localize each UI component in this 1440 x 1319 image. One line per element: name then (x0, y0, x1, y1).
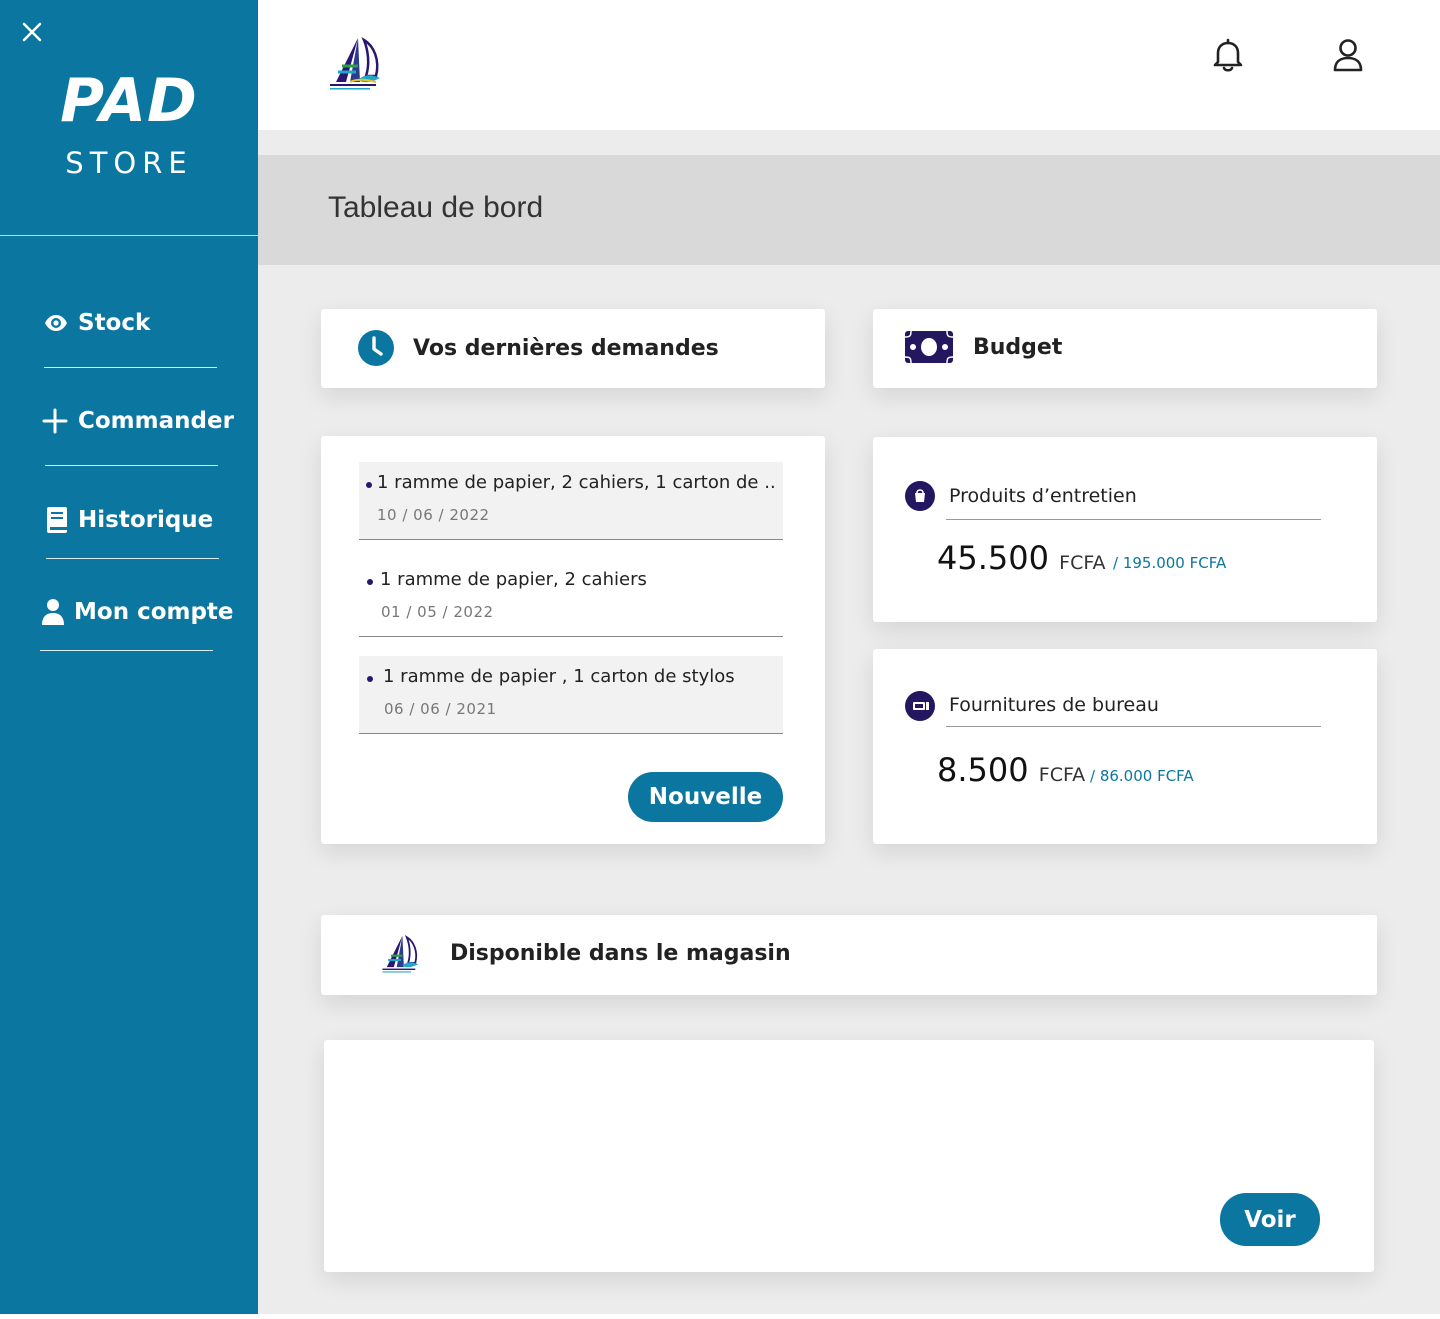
list-item[interactable]: 1 ramme de papier, 2 cahiers 01 / 05 / 2… (359, 559, 783, 637)
title-band: Tableau de bord (258, 155, 1440, 265)
request-text: 1 ramme de papier, 2 cahiers (380, 569, 647, 590)
sidebar-item-commander[interactable]: Commander (42, 408, 234, 434)
budget-header-card: Budget (873, 309, 1377, 388)
nav-divider (45, 465, 218, 466)
request-date: 01 / 05 / 2022 (381, 603, 494, 621)
sidebar-item-label: Mon compte (74, 599, 234, 625)
view-store-button[interactable]: Voir (1220, 1193, 1320, 1246)
request-date: 10 / 06 / 2022 (377, 506, 490, 524)
brand-logo-store: STORE (65, 146, 193, 180)
list-item[interactable]: 1 ramme de papier , 1 carton de stylos 0… (359, 656, 783, 734)
bullet (366, 482, 372, 488)
brand-logo-pad: PAD (60, 66, 198, 136)
sidebar: PAD STORE Stock Commander Historique Mon… (0, 0, 258, 1314)
store-header-card: Disponible dans le magasin (321, 915, 1377, 995)
clock-icon (358, 330, 394, 366)
store-content-card: Voir (324, 1040, 1374, 1272)
list-item[interactable]: 1 ramme de papier, 2 cahiers, 1 carton d… (359, 462, 783, 540)
store-title: Disponible dans le magasin (450, 941, 791, 966)
new-request-button[interactable]: Nouvelle (628, 772, 783, 822)
budget-category-label: Produits d’entretien (949, 485, 1137, 507)
port-logo-icon[interactable] (328, 36, 384, 94)
port-logo-icon (382, 935, 419, 973)
requests-title: Vos dernières demandes (413, 335, 719, 361)
sidebar-item-historique[interactable]: Historique (46, 506, 213, 534)
brand-divider (0, 235, 258, 236)
bag-icon (905, 481, 935, 511)
sidebar-item-label: Stock (78, 310, 151, 336)
budget-total: / 195.000 FCFA (1113, 554, 1227, 572)
user-icon (42, 599, 64, 625)
requests-header-card: Vos dernières demandes (321, 309, 825, 388)
sidebar-item-label: Commander (78, 408, 234, 434)
budget-category-label: Fournitures de bureau (949, 694, 1159, 716)
budget-total: / 86.000 FCFA (1090, 767, 1194, 785)
sidebar-item-mon-compte[interactable]: Mon compte (42, 598, 234, 626)
budget-title: Budget (973, 334, 1063, 360)
bullet (367, 676, 373, 682)
user-icon[interactable] (1331, 38, 1365, 72)
sidebar-item-stock[interactable]: Stock (44, 310, 150, 336)
sidebar-item-label: Historique (78, 507, 214, 533)
eye-icon (45, 315, 67, 331)
requests-list-card: 1 ramme de papier, 2 cahiers, 1 carton d… (321, 436, 825, 844)
money-icon (905, 331, 953, 363)
book-icon (47, 507, 67, 533)
plus-icon (42, 408, 68, 434)
request-text: 1 ramme de papier, 2 cahiers, 1 carton d… (377, 472, 777, 493)
bullet (367, 579, 373, 585)
close-icon[interactable] (20, 20, 44, 44)
request-date: 06 / 06 / 2021 (384, 700, 497, 718)
budget-card-office: Fournitures de bureau 8.500 FCFA / 86.00… (873, 649, 1377, 844)
top-bar (258, 0, 1440, 130)
budget-amount: 45.500 FCFA (937, 539, 1106, 577)
nav-divider (44, 367, 217, 368)
printer-icon (905, 691, 935, 721)
bell-icon[interactable] (1212, 38, 1244, 72)
nav-divider (40, 650, 213, 651)
page-title: Tableau de bord (328, 191, 544, 224)
request-text: 1 ramme de papier , 1 carton de stylos (383, 666, 735, 687)
nav-divider (46, 558, 219, 559)
main-content: Tableau de bord Vos dernières demandes B… (258, 130, 1440, 1314)
divider (946, 519, 1321, 520)
divider (946, 726, 1321, 727)
budget-card-cleaning: Produits d’entretien 45.500 FCFA / 195.0… (873, 437, 1377, 622)
budget-amount: 8.500 FCFA (937, 751, 1086, 789)
